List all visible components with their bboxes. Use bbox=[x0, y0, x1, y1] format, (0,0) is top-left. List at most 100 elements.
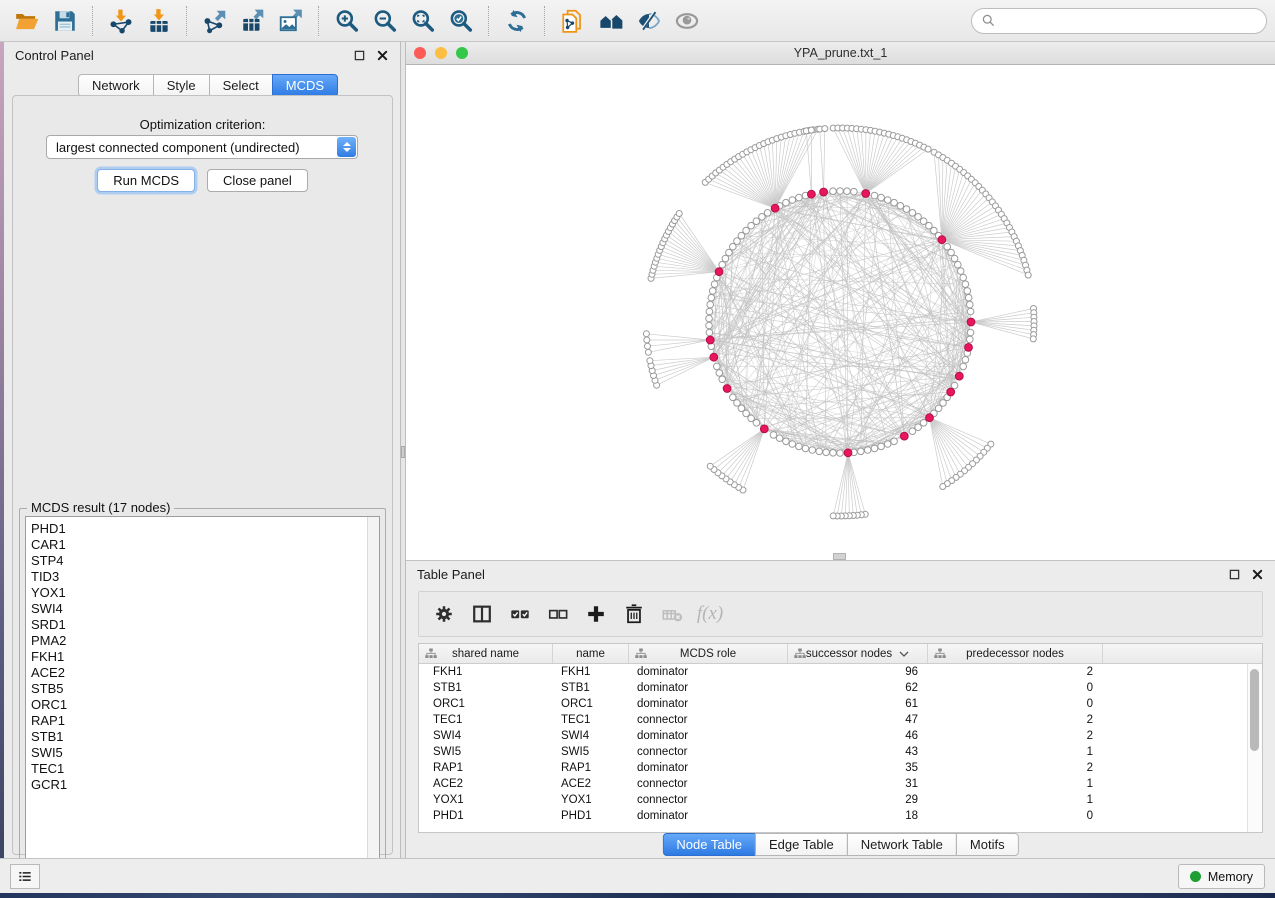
cell-shared-name: SWI5 bbox=[419, 746, 553, 758]
zoom-out-button[interactable] bbox=[366, 4, 404, 38]
show-columns-button[interactable] bbox=[465, 597, 499, 631]
table-row[interactable]: TEC1TEC1connector472 bbox=[419, 712, 1262, 728]
mcds-result-item[interactable]: TID3 bbox=[31, 569, 379, 585]
unselect-all-button[interactable] bbox=[541, 597, 575, 631]
tab-mcds[interactable]: MCDS bbox=[272, 74, 338, 97]
delete-column-button[interactable] bbox=[617, 597, 651, 631]
table-toolbar: f(x) bbox=[418, 591, 1263, 637]
mcds-result-item[interactable]: SRD1 bbox=[31, 617, 379, 633]
criterion-select[interactable]: largest connected component (undirected) bbox=[46, 135, 358, 159]
toolbar-icons bbox=[8, 4, 706, 38]
table-row[interactable]: ACE2ACE2connector311 bbox=[419, 776, 1262, 792]
network-graph[interactable] bbox=[406, 65, 1275, 560]
mcds-result-item[interactable]: YOX1 bbox=[31, 585, 379, 601]
mcds-result-item[interactable]: PHD1 bbox=[31, 521, 379, 537]
mcds-result-item[interactable]: SWI4 bbox=[31, 601, 379, 617]
cell-successor-nodes: 47 bbox=[788, 714, 928, 726]
window-close-light[interactable] bbox=[414, 47, 426, 59]
column-header-name[interactable]: name bbox=[553, 644, 629, 663]
mcds-list-scrollbar[interactable] bbox=[367, 517, 379, 875]
export-table-button[interactable] bbox=[234, 4, 272, 38]
window-minimize-light[interactable] bbox=[435, 47, 447, 59]
table-row[interactable]: RAP1RAP1dominator352 bbox=[419, 760, 1262, 776]
search-input[interactable] bbox=[1001, 13, 1257, 29]
first-neighbors-button[interactable] bbox=[592, 4, 630, 38]
desktop-wallpaper-bottom bbox=[0, 893, 1275, 898]
vertical-splitter-handle[interactable] bbox=[401, 446, 405, 458]
task-history-button[interactable] bbox=[10, 864, 40, 889]
network-window-titlebar: YPA_prune.txt_1 bbox=[406, 42, 1275, 65]
table-row[interactable]: YOX1YOX1connector291 bbox=[419, 792, 1262, 808]
column-label: name bbox=[576, 648, 605, 660]
mcds-result-item[interactable]: RAP1 bbox=[31, 713, 379, 729]
search-box[interactable] bbox=[971, 8, 1267, 34]
tab-node-table[interactable]: Node Table bbox=[662, 833, 756, 856]
tab-motifs[interactable]: Motifs bbox=[956, 833, 1019, 856]
run-mcds-button[interactable]: Run MCDS bbox=[97, 169, 195, 192]
cell-name: PHD1 bbox=[553, 810, 629, 822]
toolbar-separator bbox=[544, 6, 546, 36]
toolbar-separator bbox=[318, 6, 320, 36]
table-row[interactable]: FKH1FKH1dominator962 bbox=[419, 664, 1262, 680]
mcds-result-item[interactable]: FKH1 bbox=[31, 649, 379, 665]
add-column-button[interactable] bbox=[579, 597, 613, 631]
mcds-result-item[interactable]: ACE2 bbox=[31, 665, 379, 681]
hide-graphics-details-button[interactable] bbox=[630, 4, 668, 38]
network-canvas[interactable] bbox=[406, 65, 1275, 560]
float-table-panel-button[interactable] bbox=[1227, 567, 1241, 581]
table-row[interactable]: ORC1ORC1dominator610 bbox=[419, 696, 1262, 712]
horizontal-splitter-handle[interactable] bbox=[833, 553, 846, 560]
import-network-button[interactable] bbox=[102, 4, 140, 38]
zoom-selected-button[interactable] bbox=[442, 4, 480, 38]
refresh-layout-button[interactable] bbox=[498, 4, 536, 38]
optimization-criterion-label: Optimization criterion: bbox=[13, 117, 392, 132]
window-maximize-light[interactable] bbox=[456, 47, 468, 59]
column-header-successor-nodes[interactable]: successor nodes bbox=[788, 644, 928, 663]
tab-network[interactable]: Network bbox=[78, 74, 154, 97]
cell-MCDS-role: connector bbox=[629, 714, 788, 726]
mcds-result-item[interactable]: CAR1 bbox=[31, 537, 379, 553]
column-header-predecessor-nodes[interactable]: predecessor nodes bbox=[928, 644, 1103, 663]
float-panel-button[interactable] bbox=[352, 48, 366, 62]
table-scrollbar[interactable] bbox=[1247, 664, 1262, 832]
zoom-in-button[interactable] bbox=[328, 4, 366, 38]
table-scrollbar-thumb[interactable] bbox=[1250, 669, 1259, 751]
new-network-from-selection-button[interactable] bbox=[554, 4, 592, 38]
tab-style[interactable]: Style bbox=[153, 74, 210, 97]
tab-select[interactable]: Select bbox=[209, 74, 273, 97]
table-row[interactable]: STB1STB1dominator620 bbox=[419, 680, 1262, 696]
node-table-body: FKH1FKH1dominator962STB1STB1dominator620… bbox=[419, 664, 1262, 824]
open-file-button[interactable] bbox=[8, 4, 46, 38]
toolbar-separator bbox=[186, 6, 188, 36]
import-table-button[interactable] bbox=[140, 4, 178, 38]
mcds-result-item[interactable]: STB5 bbox=[31, 681, 379, 697]
mcds-result-item[interactable]: SWI5 bbox=[31, 745, 379, 761]
mcds-result-item[interactable]: PMA2 bbox=[31, 633, 379, 649]
export-image-button[interactable] bbox=[272, 4, 310, 38]
close-panel-button[interactable] bbox=[375, 48, 389, 62]
zoom-fit-button[interactable] bbox=[404, 4, 442, 38]
column-header-MCDS-role[interactable]: MCDS role bbox=[629, 644, 788, 663]
memory-button[interactable]: Memory bbox=[1178, 864, 1265, 889]
close-mcds-panel-button[interactable]: Close panel bbox=[207, 169, 308, 192]
mcds-result-item[interactable]: GCR1 bbox=[31, 777, 379, 793]
table-row[interactable]: PHD1PHD1dominator180 bbox=[419, 808, 1262, 824]
mcds-result-item[interactable]: ORC1 bbox=[31, 697, 379, 713]
table-row[interactable]: SWI4SWI4dominator462 bbox=[419, 728, 1262, 744]
mcds-result-item[interactable]: TEC1 bbox=[31, 761, 379, 777]
table-row[interactable]: SWI5SWI5connector431 bbox=[419, 744, 1262, 760]
cell-shared-name: SWI4 bbox=[419, 730, 553, 742]
mcds-result-item[interactable]: STB1 bbox=[31, 729, 379, 745]
control-panel-title: Control Panel bbox=[15, 48, 94, 63]
column-header-shared-name[interactable]: shared name bbox=[419, 644, 553, 663]
tab-edge-table[interactable]: Edge Table bbox=[755, 833, 848, 856]
mcds-result-item[interactable]: STP4 bbox=[31, 553, 379, 569]
export-network-button[interactable] bbox=[196, 4, 234, 38]
cell-predecessor-nodes: 2 bbox=[928, 730, 1103, 742]
tab-network-table[interactable]: Network Table bbox=[847, 833, 957, 856]
cell-MCDS-role: dominator bbox=[629, 762, 788, 774]
select-all-button[interactable] bbox=[503, 597, 537, 631]
table-mode-button[interactable] bbox=[427, 597, 461, 631]
close-table-panel-button[interactable] bbox=[1250, 567, 1264, 581]
save-session-button[interactable] bbox=[46, 4, 84, 38]
